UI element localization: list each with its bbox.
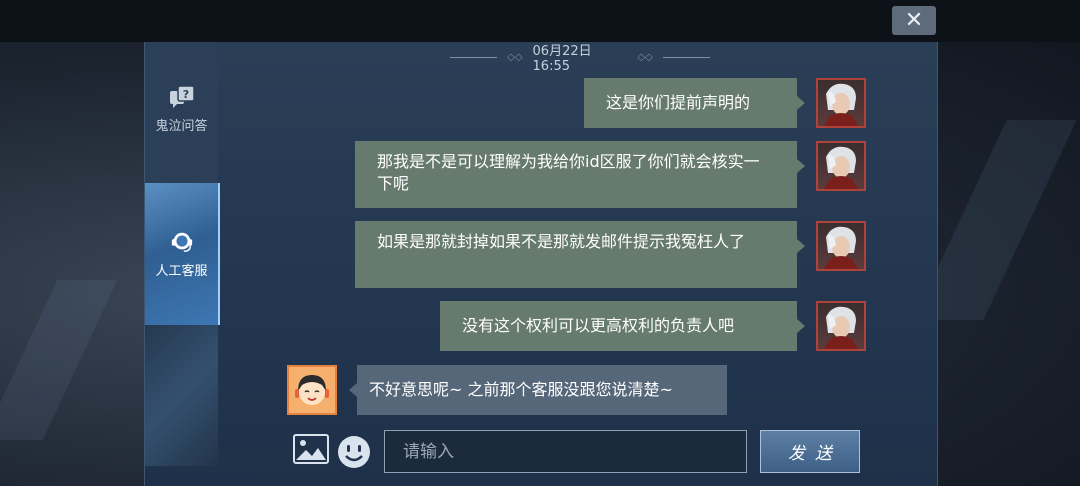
bubble-tail <box>797 159 805 173</box>
tab-human-support-label: 人工客服 <box>155 263 208 279</box>
message-text: 不好意思呢~ 之前那个客服没跟您说清楚~ <box>369 380 673 399</box>
message-bubble-user: 如果是那就封掉如果不是那就发邮件提示我冤枉人了 <box>355 221 797 288</box>
message-text: 没有这个权利可以更高权利的负责人吧 <box>462 316 735 335</box>
background-shard <box>0 280 118 440</box>
timestamp-text: 06月22日 16:55 <box>532 44 592 74</box>
divider-line <box>662 56 710 58</box>
message-bubble-user: 没有这个权利可以更高权利的负责人吧 <box>440 301 797 351</box>
user-avatar[interactable] <box>816 78 866 128</box>
message-bubble-user: 这是你们提前声明的 <box>584 78 797 128</box>
image-icon <box>293 434 329 464</box>
message-text: 这是你们提前声明的 <box>606 93 751 112</box>
emoji-icon <box>338 436 370 468</box>
bubble-tail <box>797 319 805 333</box>
message-bubble-user: 那我是不是可以理解为我给你id区服了你们就会核实一下呢 <box>355 141 797 208</box>
user-avatar-icon <box>824 83 858 126</box>
bubble-tail <box>797 96 805 110</box>
message-input[interactable] <box>384 430 747 473</box>
bubble-tail <box>349 383 357 397</box>
divider-line <box>450 56 498 58</box>
send-label: 发送 <box>788 444 842 464</box>
close-icon: ✕ <box>904 8 924 33</box>
diamond-icon: ◇◇ <box>507 51 523 63</box>
tab-qa[interactable]: ? 鬼泣问答 <box>145 77 218 142</box>
tab-human-support[interactable]: 人工客服 <box>145 183 220 325</box>
sidebar-decoration <box>145 325 218 466</box>
message-bubble-agent: 不好意思呢~ 之前那个客服没跟您说清楚~ <box>357 365 727 415</box>
message-text: 如果是那就封掉如果不是那就发邮件提示我冤枉人了 <box>377 232 746 251</box>
user-avatar[interactable] <box>816 141 866 191</box>
emoji-button[interactable] <box>336 434 372 470</box>
chat-timestamp: ◇◇ 06月22日 16:55 ◇◇ <box>450 44 710 74</box>
user-avatar-icon <box>824 226 858 269</box>
image-button[interactable] <box>293 434 329 464</box>
svg-text:?: ? <box>182 88 188 101</box>
headset-icon <box>171 232 192 252</box>
bubble-tail <box>797 239 805 253</box>
tab-qa-label: 鬼泣问答 <box>155 119 208 134</box>
user-avatar-icon <box>824 306 858 349</box>
user-avatar[interactable] <box>816 301 866 351</box>
message-text: 那我是不是可以理解为我给你id区服了你们就会核实一下呢 <box>377 152 760 193</box>
send-button[interactable]: 发送 <box>760 430 860 473</box>
agent-avatar-icon <box>289 367 335 413</box>
diamond-icon: ◇◇ <box>637 51 653 63</box>
user-avatar-icon <box>824 146 858 189</box>
close-button[interactable]: ✕ <box>892 6 936 35</box>
sidebar: ? 鬼泣问答 人工客服 <box>145 42 220 466</box>
agent-avatar[interactable] <box>287 365 337 415</box>
user-avatar[interactable] <box>816 221 866 271</box>
qa-icon: ? <box>169 85 195 108</box>
